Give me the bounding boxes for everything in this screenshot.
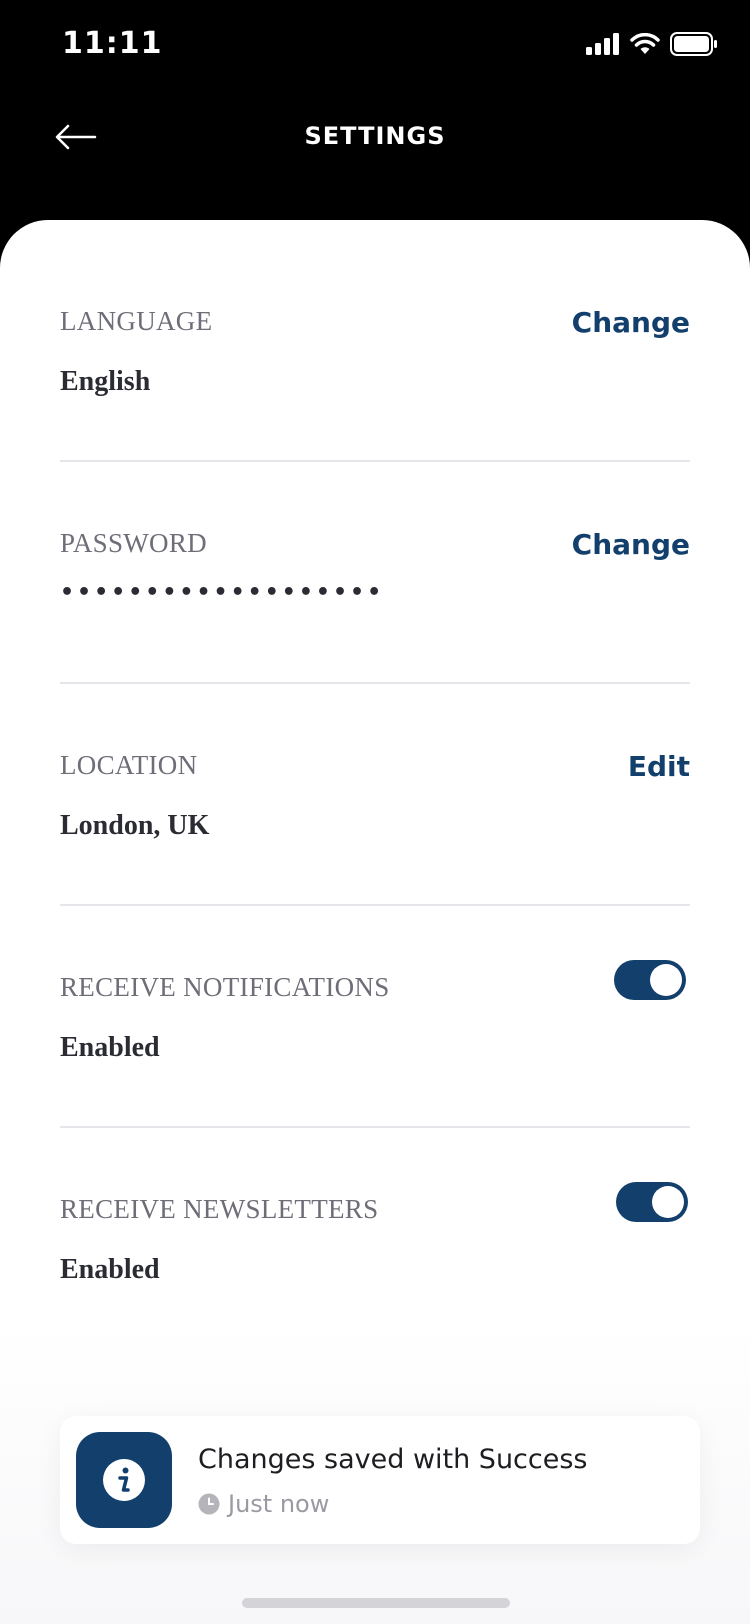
divider [60, 1126, 690, 1128]
divider [60, 460, 690, 462]
toggle-knob [650, 964, 682, 996]
toast-icon-container [76, 1432, 172, 1528]
signal-icon [586, 33, 619, 55]
divider [60, 682, 690, 684]
setting-label: RECEIVE NOTIFICATIONS [60, 972, 390, 1002]
change-language-button[interactable]: Change [572, 306, 690, 339]
toggle-knob [652, 1186, 684, 1218]
setting-label: RECEIVE NEWSLETTERS [60, 1194, 379, 1224]
setting-label: PASSWORD [60, 528, 207, 558]
status-icons [586, 32, 718, 56]
info-icon [103, 1459, 145, 1501]
password-mask: ••••••••••••••••••• [60, 580, 385, 605]
success-toast[interactable]: Changes saved with Success Just now [60, 1416, 700, 1544]
battery-icon [670, 32, 717, 56]
home-indicator[interactable] [242, 1598, 510, 1608]
setting-value: English [60, 366, 151, 397]
wifi-icon [630, 33, 660, 54]
nav-bar: SETTINGS [0, 100, 750, 176]
toast-time-label: Just now [228, 1490, 330, 1518]
setting-value: Enabled [60, 1032, 160, 1063]
change-password-button[interactable]: Change [572, 528, 690, 561]
status-bar: 11:11 [0, 0, 750, 90]
toast-timestamp: Just now [198, 1490, 329, 1518]
setting-label: LANGUAGE [60, 306, 213, 336]
divider [60, 904, 690, 906]
notifications-toggle[interactable] [614, 960, 686, 1000]
edit-location-button[interactable]: Edit [628, 750, 690, 783]
setting-value: Enabled [60, 1254, 160, 1285]
page-title: SETTINGS [304, 122, 446, 150]
clock-icon [198, 1493, 220, 1515]
toast-message: Changes saved with Success [198, 1444, 588, 1475]
setting-label: LOCATION [60, 750, 198, 780]
status-time: 11:11 [62, 26, 163, 61]
setting-value: London, UK [60, 810, 210, 841]
newsletters-toggle[interactable] [616, 1182, 688, 1222]
